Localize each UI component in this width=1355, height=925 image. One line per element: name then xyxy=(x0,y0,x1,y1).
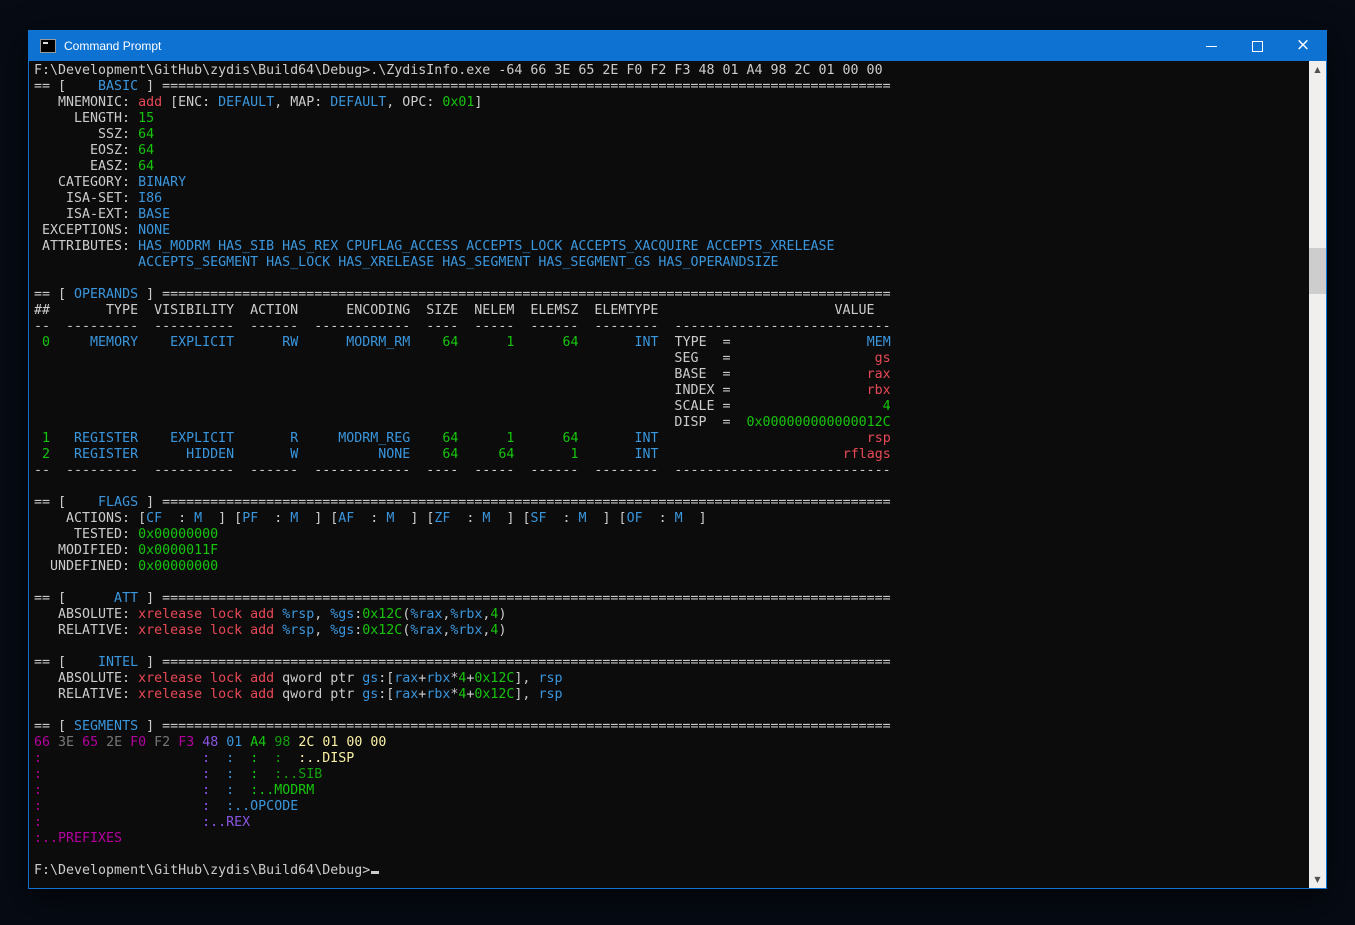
text-cursor xyxy=(371,871,379,874)
console-line: EOSZ: 64 xyxy=(34,143,1308,159)
console-line: EASZ: 64 xyxy=(34,159,1308,175)
console-line: ACCEPTS_SEGMENT HAS_LOCK HAS_XRELEASE HA… xyxy=(34,255,1308,271)
scrollbar-thumb[interactable] xyxy=(1309,248,1326,294)
close-button[interactable]: × xyxy=(1280,31,1326,61)
console-line: SEG = gs xyxy=(34,351,1308,367)
cmd-icon xyxy=(40,39,56,53)
console-output[interactable]: F:\Development\GitHub\zydis\Build64\Debu… xyxy=(34,63,1308,879)
console-line: ATTRIBUTES: HAS_MODRM HAS_SIB HAS_REX CP… xyxy=(34,239,1308,255)
console-line xyxy=(34,479,1308,495)
console-line: 1 REGISTER EXPLICIT R MODRM_REG 64 1 64 … xyxy=(34,431,1308,447)
console-line: MODIFIED: 0x0000011F xyxy=(34,543,1308,559)
console-line: == [ INTEL ] ===========================… xyxy=(34,655,1308,671)
console-line xyxy=(34,271,1308,287)
console-line xyxy=(34,639,1308,655)
console-line: EXCEPTIONS: NONE xyxy=(34,223,1308,239)
console-line: == [ ATT ] =============================… xyxy=(34,591,1308,607)
console-line: CATEGORY: BINARY xyxy=(34,175,1308,191)
console-line: DISP = 0x000000000000012C xyxy=(34,415,1308,431)
console-line: == [ OPERANDS ] ========================… xyxy=(34,287,1308,303)
minimize-button[interactable] xyxy=(1188,31,1234,61)
console-line xyxy=(34,703,1308,719)
console-line: BASE = rax xyxy=(34,367,1308,383)
console-line: == [ FLAGS ] ===========================… xyxy=(34,495,1308,511)
maximize-icon xyxy=(1252,41,1263,52)
console-line: ISA-EXT: BASE xyxy=(34,207,1308,223)
console-line: -- --------- ---------- ------ ---------… xyxy=(34,319,1308,335)
window-title: Command Prompt xyxy=(64,39,161,53)
console-line: SCALE = 4 xyxy=(34,399,1308,415)
scrollbar-up-button[interactable]: ▲ xyxy=(1309,61,1326,78)
console-line: 2 REGISTER HIDDEN W NONE 64 64 1 INT rfl… xyxy=(34,447,1308,463)
scrollbar[interactable]: ▲ ▼ xyxy=(1309,61,1326,888)
console-line: ACTIONS: [CF : M ] [PF : M ] [AF : M ] [… xyxy=(34,511,1308,527)
title-bar[interactable]: Command Prompt × xyxy=(29,31,1326,61)
console-line: RELATIVE: xrelease lock add qword ptr gs… xyxy=(34,687,1308,703)
maximize-button[interactable] xyxy=(1234,31,1280,61)
console-line: : : : : :..SIB xyxy=(34,767,1308,783)
console-line: : : : :..MODRM xyxy=(34,783,1308,799)
minimize-icon xyxy=(1206,46,1217,47)
console-line: ISA-SET: I86 xyxy=(34,191,1308,207)
console-line: -- --------- ---------- ------ ---------… xyxy=(34,463,1308,479)
caption-buttons: × xyxy=(1188,31,1326,61)
console-line: RELATIVE: xrelease lock add %rsp, %gs:0x… xyxy=(34,623,1308,639)
desktop: { "window": { "title": "Command Prompt",… xyxy=(0,0,1355,925)
console-line: ABSOLUTE: xrelease lock add %rsp, %gs:0x… xyxy=(34,607,1308,623)
console-line xyxy=(34,847,1308,863)
command-prompt-window: Command Prompt × F:\Development\GitHub\z… xyxy=(28,30,1327,889)
console-line: == [ SEGMENTS ] ========================… xyxy=(34,719,1308,735)
console-line: SSZ: 64 xyxy=(34,127,1308,143)
console-line: MNEMONIC: add [ENC: DEFAULT, MAP: DEFAUL… xyxy=(34,95,1308,111)
console-line: 66 3E 65 2E F0 F2 F3 48 01 A4 98 2C 01 0… xyxy=(34,735,1308,751)
console-line: : : : : : :..DISP xyxy=(34,751,1308,767)
console-line: LENGTH: 15 xyxy=(34,111,1308,127)
console-line: F:\Development\GitHub\zydis\Build64\Debu… xyxy=(34,63,1308,79)
console-line: UNDEFINED: 0x00000000 xyxy=(34,559,1308,575)
scrollbar-down-button[interactable]: ▼ xyxy=(1309,871,1326,888)
console-line: INDEX = rbx xyxy=(34,383,1308,399)
chevron-up-icon: ▲ xyxy=(1314,65,1320,74)
console-line: F:\Development\GitHub\zydis\Build64\Debu… xyxy=(34,863,1308,879)
console-line: 0 MEMORY EXPLICIT RW MODRM_RM 64 1 64 IN… xyxy=(34,335,1308,351)
console-line: ## TYPE VISIBILITY ACTION ENCODING SIZE … xyxy=(34,303,1308,319)
close-icon: × xyxy=(1296,37,1310,54)
console-line: : : :..OPCODE xyxy=(34,799,1308,815)
console-line xyxy=(34,575,1308,591)
console-line: == [ BASIC ] ===========================… xyxy=(34,79,1308,95)
console-area: F:\Development\GitHub\zydis\Build64\Debu… xyxy=(29,61,1326,888)
console-line: :..PREFIXES xyxy=(34,831,1308,847)
console-line: TESTED: 0x00000000 xyxy=(34,527,1308,543)
console-line: ABSOLUTE: xrelease lock add qword ptr gs… xyxy=(34,671,1308,687)
chevron-down-icon: ▼ xyxy=(1314,875,1320,884)
console-line: : :..REX xyxy=(34,815,1308,831)
